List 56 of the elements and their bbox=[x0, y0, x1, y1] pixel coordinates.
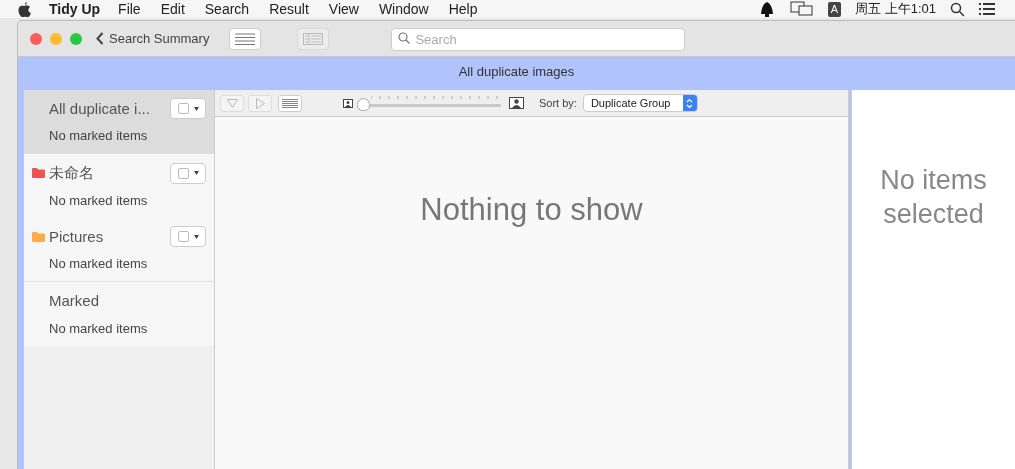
list-button[interactable] bbox=[278, 94, 302, 112]
list-view-button[interactable] bbox=[229, 27, 262, 50]
menu-item[interactable]: View bbox=[328, 0, 359, 20]
menu-item[interactable]: Result bbox=[269, 0, 309, 20]
list-icon[interactable] bbox=[979, 3, 995, 15]
menu-item[interactable]: Help bbox=[448, 0, 478, 20]
item-title: All duplicate i... bbox=[49, 98, 150, 119]
expand-button[interactable] bbox=[220, 94, 244, 112]
input-source-badge[interactable]: A bbox=[827, 1, 842, 17]
menu-item[interactable]: Window bbox=[378, 0, 429, 20]
chevron-left-icon bbox=[96, 32, 104, 45]
dropdown-arrow-icon bbox=[193, 106, 199, 111]
window-title: All duplicate images bbox=[458, 63, 575, 82]
list-icon bbox=[235, 32, 256, 45]
item-subtitle: No marked items bbox=[49, 127, 149, 145]
search-field[interactable]: Search bbox=[391, 28, 686, 51]
search-icon[interactable] bbox=[950, 1, 965, 17]
search-icon bbox=[398, 32, 411, 44]
stepper-arrows-icon bbox=[686, 97, 694, 109]
item-subtitle: No marked items bbox=[49, 319, 149, 338]
sort-label: Sort by: bbox=[539, 95, 577, 111]
sort-dropdown[interactable]: Duplicate Group bbox=[582, 94, 698, 112]
menu-item[interactable]: Search bbox=[204, 0, 250, 20]
triangle-down-icon bbox=[226, 98, 238, 108]
back-button[interactable]: Search Summary bbox=[96, 28, 210, 49]
item-title: Marked bbox=[49, 291, 100, 311]
small-picture-icon bbox=[343, 98, 353, 108]
mark-checkbox[interactable] bbox=[170, 226, 206, 248]
play-icon bbox=[255, 97, 265, 109]
large-picture-icon bbox=[509, 97, 524, 109]
item-title: 未命名 bbox=[49, 163, 94, 183]
minimize-button[interactable] bbox=[50, 32, 62, 45]
empty-message: Nothing to show bbox=[420, 191, 643, 229]
item-title: Pictures bbox=[49, 226, 104, 247]
size-slider[interactable] bbox=[357, 95, 503, 111]
slider-thumb[interactable] bbox=[357, 98, 370, 111]
item-subtitle: No marked items bbox=[49, 255, 149, 273]
menu-item[interactable]: Edit bbox=[160, 0, 185, 20]
menu-item[interactable]: File bbox=[118, 0, 141, 20]
detail-view-icon bbox=[303, 32, 324, 45]
apple-icon[interactable] bbox=[18, 1, 31, 17]
mark-checkbox[interactable] bbox=[170, 98, 206, 120]
list-icon bbox=[282, 98, 298, 108]
detail-view-button[interactable] bbox=[297, 27, 330, 50]
app-menu[interactable]: Tidy Up bbox=[49, 0, 101, 20]
close-button[interactable] bbox=[30, 32, 42, 45]
sidebar-item[interactable]: All duplicate i... No marked items bbox=[24, 90, 214, 154]
item-subtitle: No marked items bbox=[49, 191, 149, 210]
dropdown-arrow-icon bbox=[193, 234, 199, 239]
empty-detail-message: No items selected bbox=[879, 164, 988, 231]
mark-checkbox[interactable] bbox=[170, 162, 206, 184]
clock[interactable]: 周五 上午1:01 bbox=[855, 0, 936, 19]
zoom-button[interactable] bbox=[70, 32, 82, 45]
display-icon[interactable] bbox=[789, 1, 814, 17]
dropdown-arrow-icon bbox=[193, 171, 199, 176]
play-button[interactable] bbox=[248, 94, 272, 112]
